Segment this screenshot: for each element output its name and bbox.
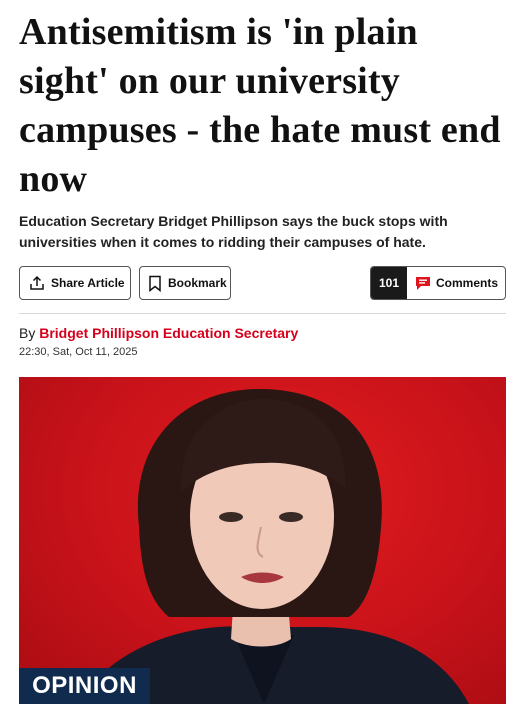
byline: By Bridget Phillipson Education Secretar…	[19, 325, 298, 341]
opinion-badge: OPINION	[19, 668, 150, 704]
article-headline: Antisemitism is 'in plain sight' on our …	[19, 11, 501, 200]
byline-prefix: By	[19, 325, 40, 341]
comments-count: 101	[371, 267, 407, 299]
article-standfirst: Education Secretary Bridget Phillipson s…	[19, 213, 448, 250]
bookmark-button[interactable]: Bookmark	[139, 266, 231, 300]
portrait-illustration	[79, 388, 469, 704]
comments-label-wrap: Comments	[407, 267, 505, 299]
publish-timestamp: 22:30, Sat, Oct 11, 2025	[19, 346, 138, 358]
author-link[interactable]: Bridget Phillipson Education Secretary	[39, 325, 298, 341]
comment-bubble-icon	[415, 276, 431, 291]
bookmark-label: Bookmark	[168, 276, 227, 290]
share-article-button[interactable]: Share Article	[19, 266, 131, 300]
share-icon	[29, 275, 45, 291]
article-hero-image: OPINION	[19, 377, 506, 704]
share-article-label: Share Article	[51, 276, 125, 290]
comments-button[interactable]: 101 Comments	[370, 266, 506, 300]
divider	[19, 313, 506, 314]
bookmark-icon	[148, 275, 162, 292]
comments-label: Comments	[436, 276, 499, 290]
